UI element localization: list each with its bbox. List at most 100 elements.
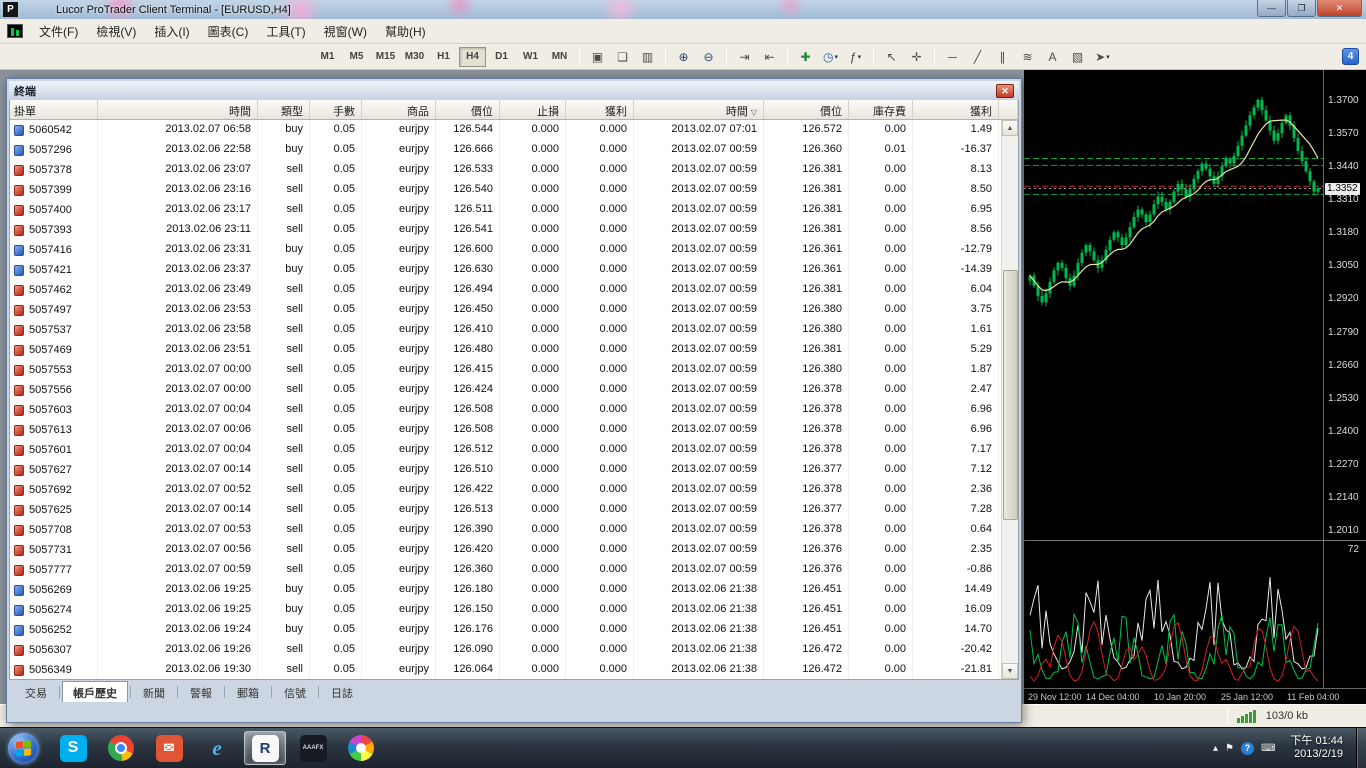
taskbar-protrader-icon[interactable]: R [244, 731, 286, 765]
zoom-out-icon[interactable]: ⊖ [697, 47, 720, 67]
cursor-icon[interactable]: ↖ [880, 47, 903, 67]
history-row[interactable]: 5057603 2013.02.07 00:04 sell 0.05 eurjpy 126… [10, 400, 1001, 420]
column-header-type[interactable]: 類型 [258, 100, 310, 119]
tab-5[interactable]: 信號 [274, 681, 316, 702]
history-row[interactable]: 5057400 2013.02.06 23:17 sell 0.05 eurjpy 126… [10, 200, 1001, 220]
auto-scroll-icon[interactable]: ⇥ [733, 47, 756, 67]
menu-item-0[interactable]: 文件(F) [30, 20, 87, 43]
history-row[interactable]: 5056252 2013.02.06 19:24 buy 0.05 eurjpy 126.… [10, 620, 1001, 640]
history-row[interactable]: 5057777 2013.02.07 00:59 sell 0.05 eurjpy 126… [10, 560, 1001, 580]
history-row[interactable]: 5057692 2013.02.07 00:52 sell 0.05 eurjpy 126… [10, 480, 1001, 500]
history-row[interactable]: 5057421 2013.02.06 23:37 buy 0.05 eurjpy 126.… [10, 260, 1001, 280]
history-row[interactable]: 5057296 2013.02.06 22:58 buy 0.05 eurjpy 126.… [10, 140, 1001, 160]
chart-panel[interactable]: 1.3352 1.3700 1.3570 1.3440 1.3310 1.3180 1.3… [1024, 70, 1366, 704]
shapes-icon[interactable]: ▧ [1066, 47, 1089, 67]
menu-item-5[interactable]: 視窗(W) [315, 20, 376, 43]
hidden-icons-button[interactable]: ▴ [1213, 743, 1218, 754]
action-center-icon[interactable]: ⚑ [1225, 743, 1234, 754]
column-header-lots[interactable]: 手數 [310, 100, 362, 119]
fibonacci-icon[interactable]: ≋ [1016, 47, 1039, 67]
tab-3[interactable]: 警報 [180, 681, 222, 702]
taskbar-chrome-icon[interactable] [100, 731, 142, 765]
chart-window-icon[interactable] [7, 24, 23, 38]
history-row[interactable]: 5057613 2013.02.07 00:06 sell 0.05 eurjpy 126… [10, 420, 1001, 440]
timeframe-h4-button[interactable]: H4 [459, 46, 486, 67]
column-header-close-time[interactable]: 時間 ▽ [634, 100, 764, 119]
maximize-button[interactable]: ❐ [1287, 0, 1316, 17]
history-row[interactable]: 5057601 2013.02.07 00:04 sell 0.05 eurjpy 126… [10, 440, 1001, 460]
timeframe-mn-button[interactable]: MN [546, 47, 573, 67]
column-header-open-price[interactable]: 價位 [436, 100, 500, 119]
terminal-title-bar[interactable]: 終端 ✕ [9, 81, 1019, 100]
indicators-icon[interactable]: ƒ ▾ [844, 47, 867, 67]
menu-item-4[interactable]: 工具(T) [257, 20, 314, 43]
history-row[interactable]: 5060542 2013.02.07 06:58 buy 0.05 eurjpy 126.… [10, 120, 1001, 140]
crosshair-icon[interactable]: ✛ [905, 47, 928, 67]
scroll-down-button[interactable]: ▼ [1002, 663, 1018, 679]
horizontal-line-icon[interactable]: ─ [941, 47, 964, 67]
menu-item-6[interactable]: 幫助(H) [376, 20, 435, 43]
channel-icon[interactable]: ∥ [991, 47, 1014, 67]
price-scale[interactable]: 1.3352 1.3700 1.3570 1.3440 1.3310 1.3180 1.3… [1323, 70, 1366, 688]
notification-badge[interactable]: 4 [1342, 48, 1359, 65]
history-row[interactable]: 5056349 2013.02.06 19:30 sell 0.05 eurjpy 126… [10, 660, 1001, 679]
show-desktop-button[interactable] [1356, 727, 1366, 768]
keyboard-icon[interactable]: ⌨ [1261, 743, 1275, 754]
tile-windows-icon[interactable]: ▣ [586, 47, 609, 67]
history-row[interactable]: 5056307 2013.02.06 19:26 sell 0.05 eurjpy 126… [10, 640, 1001, 660]
scroll-up-button[interactable]: ▲ [1002, 120, 1018, 136]
text-tool-icon[interactable]: A [1041, 47, 1064, 67]
column-header-open-time[interactable]: 時間 [98, 100, 258, 119]
history-row[interactable]: 5057497 2013.02.06 23:53 sell 0.05 eurjpy 126… [10, 300, 1001, 320]
tab-1[interactable]: 帳戶歷史 [62, 681, 128, 702]
taskbar-skype-icon[interactable]: S [52, 731, 94, 765]
history-row[interactable]: 5057731 2013.02.07 00:56 sell 0.05 eurjpy 126… [10, 540, 1001, 560]
minimize-button[interactable]: — [1257, 0, 1286, 17]
new-window-icon[interactable]: ✚ [794, 47, 817, 67]
timeframe-h1-button[interactable]: H1 [430, 47, 457, 67]
history-row[interactable]: 5057462 2013.02.06 23:49 sell 0.05 eurjpy 126… [10, 280, 1001, 300]
zoom-in-icon[interactable]: ⊕ [672, 47, 695, 67]
timeframe-m1-button[interactable]: M1 [314, 47, 341, 67]
history-row[interactable]: 5057627 2013.02.07 00:14 sell 0.05 eurjpy 126… [10, 460, 1001, 480]
taskbar-photoscape-icon[interactable] [340, 731, 382, 765]
arrows-icon[interactable]: ➤ ▾ [1091, 47, 1114, 67]
tab-4[interactable]: 郵箱 [227, 681, 269, 702]
indicator-chart[interactable] [1024, 541, 1323, 688]
history-row[interactable]: 5057537 2013.02.06 23:58 sell 0.05 eurjpy 126… [10, 320, 1001, 340]
timeframe-m30-button[interactable]: M30 [401, 47, 428, 67]
help-icon[interactable]: ? [1240, 741, 1254, 755]
history-row[interactable]: 5057625 2013.02.07 00:14 sell 0.05 eurjpy 126… [10, 500, 1001, 520]
price-chart[interactable] [1024, 70, 1323, 540]
cascade-windows-icon[interactable]: ❏ [611, 47, 634, 67]
tile-vertical-icon[interactable]: ▥ [636, 47, 659, 67]
history-row[interactable]: 5057416 2013.02.06 23:31 buy 0.05 eurjpy 126.… [10, 240, 1001, 260]
terminal-close-button[interactable]: ✕ [996, 83, 1014, 98]
timeframe-d1-button[interactable]: D1 [488, 47, 515, 67]
start-button[interactable] [8, 732, 39, 764]
history-row[interactable]: 5057708 2013.02.07 00:53 sell 0.05 eurjpy 126… [10, 520, 1001, 540]
column-header-take-profit[interactable]: 獲利 [566, 100, 634, 119]
history-row[interactable]: 5057399 2013.02.06 23:16 sell 0.05 eurjpy 126… [10, 180, 1001, 200]
column-header-profit[interactable]: 獲利 [913, 100, 999, 119]
period-icon[interactable]: ◷ ▾ [819, 47, 842, 67]
trendline-icon[interactable]: ╱ [966, 47, 989, 67]
taskbar-internet-explorer-icon[interactable]: e [196, 731, 238, 765]
history-row[interactable]: 5057553 2013.02.07 00:00 sell 0.05 eurjpy 126… [10, 360, 1001, 380]
menu-item-1[interactable]: 檢視(V) [87, 20, 145, 43]
column-header-swap[interactable]: 庫存費 [849, 100, 913, 119]
history-row[interactable]: 5057378 2013.02.06 23:07 sell 0.05 eurjpy 126… [10, 160, 1001, 180]
scrollbar-thumb[interactable] [1003, 270, 1018, 520]
close-button[interactable]: ✕ [1317, 0, 1362, 17]
history-row[interactable]: 5056274 2013.02.06 19:25 buy 0.05 eurjpy 126.… [10, 600, 1001, 620]
timeframe-m15-button[interactable]: M15 [372, 47, 399, 67]
taskbar-mail-icon[interactable]: ✉ [148, 731, 190, 765]
menu-item-2[interactable]: 插入(I) [145, 20, 198, 43]
tab-2[interactable]: 新聞 [133, 681, 175, 702]
column-header-symbol[interactable]: 商品 [362, 100, 436, 119]
menu-item-3[interactable]: 圖表(C) [199, 20, 258, 43]
timeframe-m5-button[interactable]: M5 [343, 47, 370, 67]
history-row[interactable]: 5057469 2013.02.06 23:51 sell 0.05 eurjpy 126… [10, 340, 1001, 360]
history-row[interactable]: 5056269 2013.02.06 19:25 buy 0.05 eurjpy 126.… [10, 580, 1001, 600]
column-header-order[interactable]: 掛單 [10, 100, 98, 119]
